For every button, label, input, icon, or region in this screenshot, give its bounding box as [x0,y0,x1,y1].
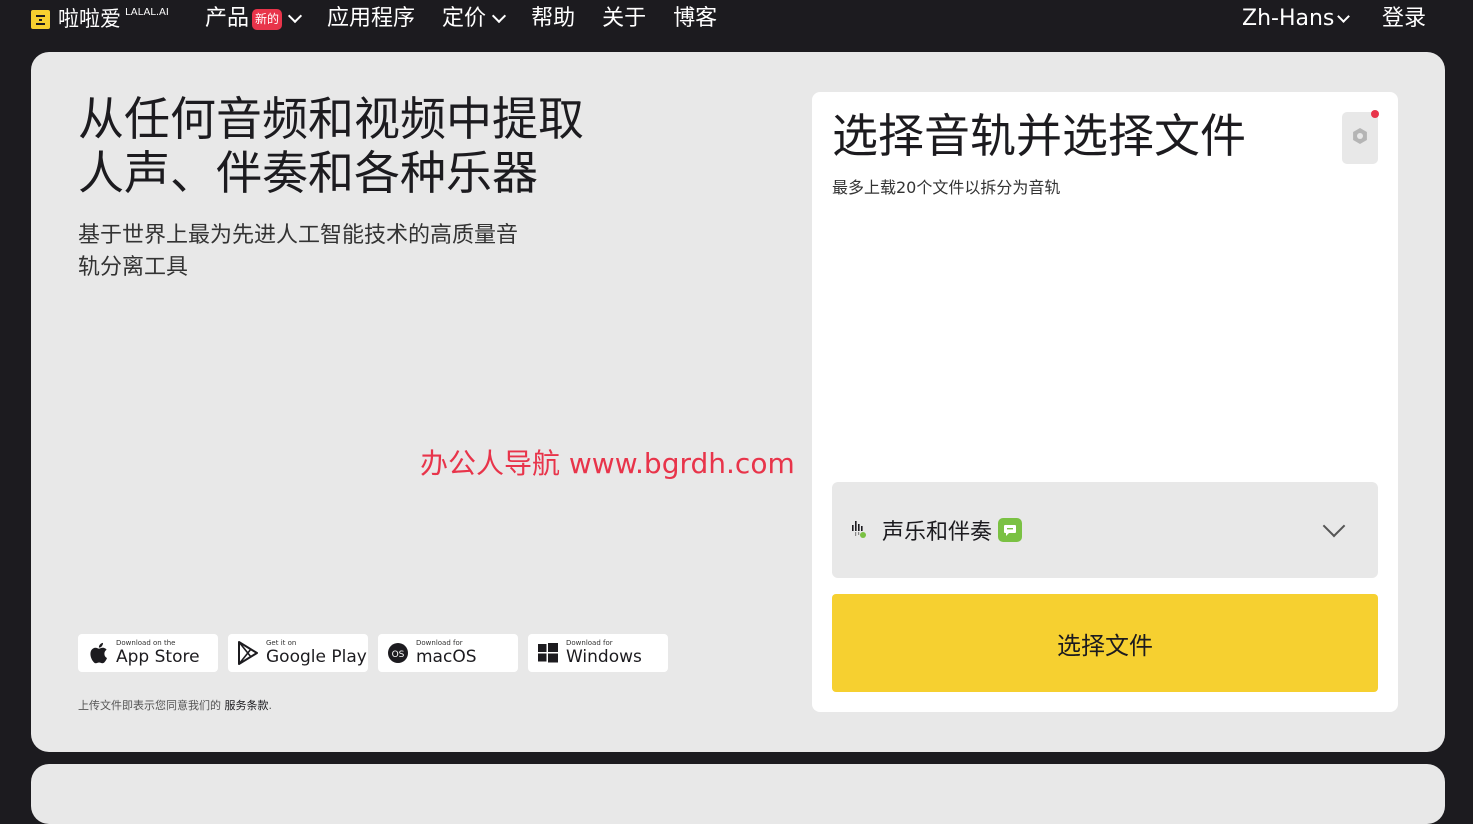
hero-title-line2: 人声、伴奏和各种乐器 [78,146,538,200]
gear-icon [1351,127,1369,149]
store-caption: Download for [566,639,613,647]
chevron-down-icon [1322,514,1346,538]
upload-panel: 选择音轨并选择文件 最多上载20个文件以拆分为音轨 声乐和伴奏 选择文件 [812,92,1398,712]
notification-dot [1371,110,1379,118]
macos-icon: OS [386,641,410,665]
nav-item-label: 应用程序 [327,6,416,31]
nav-item-help[interactable]: 帮助 [531,4,575,34]
windows-download-button[interactable]: Download for Windows [528,634,668,672]
choose-file-button[interactable]: 选择文件 [832,594,1378,692]
terms-notice: 上传文件即表示您同意我们的 服务条款. [78,697,272,713]
terms-of-service-link[interactable]: 服务条款 [225,699,269,712]
nav-item-products[interactable]: 产品 新的 [205,4,303,34]
hero-title-line1: 从任何音频和视频中提取 [78,92,584,146]
hero-subtitle-line1: 基于世界上最为先进人工智能技术的高质量音 [78,223,519,248]
store-caption: Download for [416,639,463,647]
logo-superscript: LALAL.AI [125,7,169,18]
hero-title: 从任何音频和视频中提取 人声、伴奏和各种乐器 [78,92,638,200]
waveform-icon [850,516,874,544]
panel-title: 选择音轨并选择文件 [832,109,1246,163]
chevron-down-icon [287,8,303,24]
settings-button[interactable] [1342,110,1379,164]
store-name: Google Play [266,647,367,667]
app-store-button[interactable]: Download on the App Store [78,634,218,672]
terms-suffix: . [268,699,273,712]
panel-subtitle: 最多上载20个文件以拆分为音轨 [832,178,1061,197]
google-play-button[interactable]: Get it on Google Play [228,634,368,672]
hero-subtitle-line2: 轨分离工具 [78,255,189,280]
watermark-text: 办公人导航 www.bgrdh.com [420,447,795,480]
macos-download-button[interactable]: OS Download for macOS [378,634,518,672]
ai-badge-icon [998,518,1023,542]
terms-prefix: 上传文件即表示您同意我们的 [78,699,221,712]
nav-item-label: 帮助 [531,6,576,31]
apple-icon [86,641,110,665]
hero-subtitle: 基于世界上最为先进人工智能技术的高质量音 轨分离工具 [78,220,568,284]
chevron-down-icon [491,8,507,24]
svg-text:OS: OS [392,650,405,660]
google-play-icon [236,641,260,665]
windows-icon [536,641,560,665]
store-caption: Get it on [266,639,297,647]
store-caption: Download on the [116,639,176,647]
login-link[interactable]: 登录 [1382,4,1426,34]
new-badge: 新的 [252,8,283,30]
stem-type-label: 声乐和伴奏 [882,520,993,545]
logo[interactable]: 啦啦爱 LALAL.AI [31,8,169,30]
logo-icon [31,10,50,29]
main-menu: 产品 新的 应用程序 定价 帮助 关于 博客 [205,4,744,34]
store-name: App Store [116,647,200,667]
nav-item-apps[interactable]: 应用程序 [327,4,415,34]
language-selector[interactable]: Zh-Hans [1242,4,1351,34]
stem-type-select[interactable]: 声乐和伴奏 [832,482,1378,578]
nav-item-blog[interactable]: 博客 [673,4,717,34]
language-label: Zh-Hans [1242,6,1335,31]
logo-text: 啦啦爱 [58,7,121,31]
store-name: Windows [566,647,642,667]
top-nav: 啦啦爱 LALAL.AI 产品 新的 应用程序 定价 帮助 关于 博客 Zh-H… [0,0,1473,40]
nav-item-pricing[interactable]: 定价 [442,4,507,34]
store-name: macOS [416,647,477,667]
nav-item-label: 产品 [205,6,250,31]
nav-item-label: 博客 [673,6,718,31]
next-section-card [31,764,1445,824]
hero-card: 从任何音频和视频中提取 人声、伴奏和各种乐器 基于世界上最为先进人工智能技术的高… [31,52,1445,752]
store-badges: Download on the App Store Get it on Goog… [78,634,668,672]
nav-item-label: 定价 [442,6,487,31]
chevron-down-icon [1337,9,1351,23]
nav-item-about[interactable]: 关于 [602,4,646,34]
nav-item-label: 关于 [602,6,647,31]
